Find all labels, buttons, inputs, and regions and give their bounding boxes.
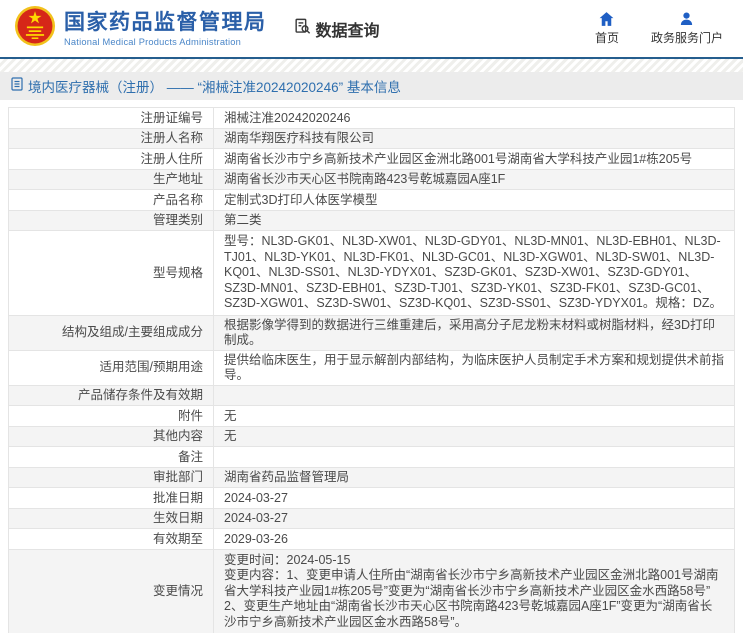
- user-icon: [679, 11, 694, 26]
- org-name-en: National Medical Products Administration: [64, 36, 241, 47]
- data-query-tab[interactable]: 数据查询: [293, 17, 380, 41]
- row-label: 适用范围/预期用途: [8, 349, 214, 386]
- row-value: 提供给临床医生，用于显示解剖内部结构，为临床医护人员制定手术方案和规划提供术前指…: [213, 349, 735, 386]
- row-value: 湖南省长沙市天心区书院南路423号乾城嘉园A座1F: [213, 168, 735, 190]
- document-search-icon: [293, 17, 312, 41]
- table-row: 注册人名称 湖南华翔医疗科技有限公司: [8, 127, 735, 149]
- row-value: 2029-03-26: [213, 528, 735, 550]
- row-label: 有效期至: [8, 528, 214, 550]
- document-icon: [11, 76, 23, 96]
- row-label: 生效日期: [8, 507, 214, 529]
- row-label: 批准日期: [8, 487, 214, 509]
- row-value: 变更时间：2024-05-15 变更内容：1、变更申请人住所由“湖南省长沙市宁乡…: [213, 548, 735, 633]
- table-row: 备注: [8, 446, 735, 468]
- row-label: 生产地址: [8, 168, 214, 190]
- main-content: 注册证编号 湘械注准20242020246 注册人名称 湖南华翔医疗科技有限公司 注册人…: [0, 100, 743, 633]
- row-value: 无: [213, 405, 735, 427]
- table-row: 产品名称 定制式3D打印人体医学模型: [8, 189, 735, 211]
- nav-home-label: 首页: [594, 30, 619, 45]
- row-label: 注册人住所: [8, 148, 214, 170]
- table-row: 注册人住所 湖南省长沙市宁乡高新技术产业园区金洲北路001号湖南省大学科技产业园1…: [8, 148, 735, 170]
- row-value: 无: [213, 425, 735, 447]
- row-label: 管理类别: [8, 209, 214, 231]
- row-label: 其他内容: [8, 425, 214, 447]
- table-row: 附件无: [8, 405, 735, 427]
- home-icon: [599, 11, 614, 26]
- row-value: 定制式3D打印人体医学模型: [213, 189, 735, 211]
- info-table-body: 注册证编号 湘械注准20242020246 注册人名称 湖南华翔医疗科技有限公司 注册人…: [8, 107, 735, 633]
- row-label: 注册人名称: [8, 127, 214, 149]
- row-value: 第二类: [213, 209, 735, 231]
- table-row: 结构及组成/主要组成成分 根据影像学得到的数据进行三维重建后，采用高分子尼龙粉末材…: [8, 314, 735, 351]
- row-value: 湖南华翔医疗科技有限公司: [213, 127, 735, 149]
- row-value: 湖南省药品监督管理局: [213, 466, 735, 488]
- row-value: 型号：NL3D-GK01、NL3D-XW01、NL3D-GDY01、NL3D-M…: [213, 230, 735, 316]
- row-value: 湖南省长沙市宁乡高新技术产业园区金洲北路001号湖南省大学科技产业园1#栋205…: [213, 148, 735, 170]
- row-label: 型号规格: [8, 230, 214, 316]
- table-row: 适用范围/预期用途 提供给临床医生，用于显示解剖内部结构，为临床医护人员制定手术方…: [8, 349, 735, 386]
- nav-home[interactable]: 首页: [594, 11, 619, 46]
- table-row: 注册证编号 湘械注准20242020246: [8, 107, 735, 129]
- table-row: 产品储存条件及有效期: [8, 384, 735, 406]
- top-nav: 首页 政务服务门户: [594, 11, 729, 46]
- national-emblem-icon: [14, 5, 56, 52]
- row-label: 产品名称: [8, 189, 214, 211]
- table-row: 型号规格 型号：NL3D-GK01、NL3D-XW01、NL3D-GDY01、NL…: [8, 230, 735, 316]
- row-value: [213, 446, 735, 468]
- nav-portal-label: 政务服务门户: [650, 30, 723, 45]
- row-label: 注册证编号: [8, 107, 214, 129]
- row-label: 审批部门: [8, 466, 214, 488]
- row-value: 2024-03-27: [213, 507, 735, 529]
- nav-portal[interactable]: 政务服务门户: [650, 11, 723, 46]
- table-row: 有效期至 2029-03-26: [8, 528, 735, 550]
- table-row: 生产地址 湖南省长沙市天心区书院南路423号乾城嘉园A座1F: [8, 168, 735, 190]
- registration-info-table: 注册证编号 湘械注准20242020246 注册人名称 湖南华翔医疗科技有限公司 注册人…: [8, 107, 735, 633]
- site-header: 国家药品监督管理局 National Medical Products Admi…: [0, 0, 743, 57]
- table-row: 审批部门 湖南省药品监督管理局: [8, 466, 735, 488]
- hatch-strip: [0, 59, 743, 72]
- row-label: 结构及组成/主要组成成分: [8, 314, 214, 351]
- table-row: 其他内容无: [8, 425, 735, 447]
- row-value: 根据影像学得到的数据进行三维重建后，采用高分子尼龙粉末材料或树脂材料，经3D打印…: [213, 314, 735, 351]
- row-label: 产品储存条件及有效期: [8, 384, 214, 406]
- breadcrumb: 境内医疗器械（注册） —— “湘械注准20242020246” 基本信息: [0, 72, 743, 100]
- table-row: 生效日期 2024-03-27: [8, 507, 735, 529]
- row-value: [213, 384, 735, 406]
- row-value: 湘械注准20242020246: [213, 107, 735, 129]
- brand-text: 国家药品监督管理局 National Medical Products Admi…: [64, 11, 267, 47]
- org-name-cn: 国家药品监督管理局: [64, 10, 267, 34]
- row-value: 2024-03-27: [213, 487, 735, 509]
- breadcrumb-text: 境内医疗器械（注册） —— “湘械注准20242020246” 基本信息: [28, 80, 401, 95]
- nmpa-logo[interactable]: 国家药品监督管理局 National Medical Products Admi…: [14, 5, 267, 52]
- row-label: 附件: [8, 405, 214, 427]
- row-label: 变更情况: [8, 548, 214, 633]
- data-query-label: 数据查询: [315, 22, 380, 40]
- table-row: 批准日期 2024-03-27: [8, 487, 735, 509]
- table-row: 管理类别 第二类: [8, 209, 735, 231]
- row-label: 备注: [8, 446, 214, 468]
- table-row: 变更情况 变更时间：2024-05-15 变更内容：1、变更申请人住所由“湖南省长…: [8, 548, 735, 633]
